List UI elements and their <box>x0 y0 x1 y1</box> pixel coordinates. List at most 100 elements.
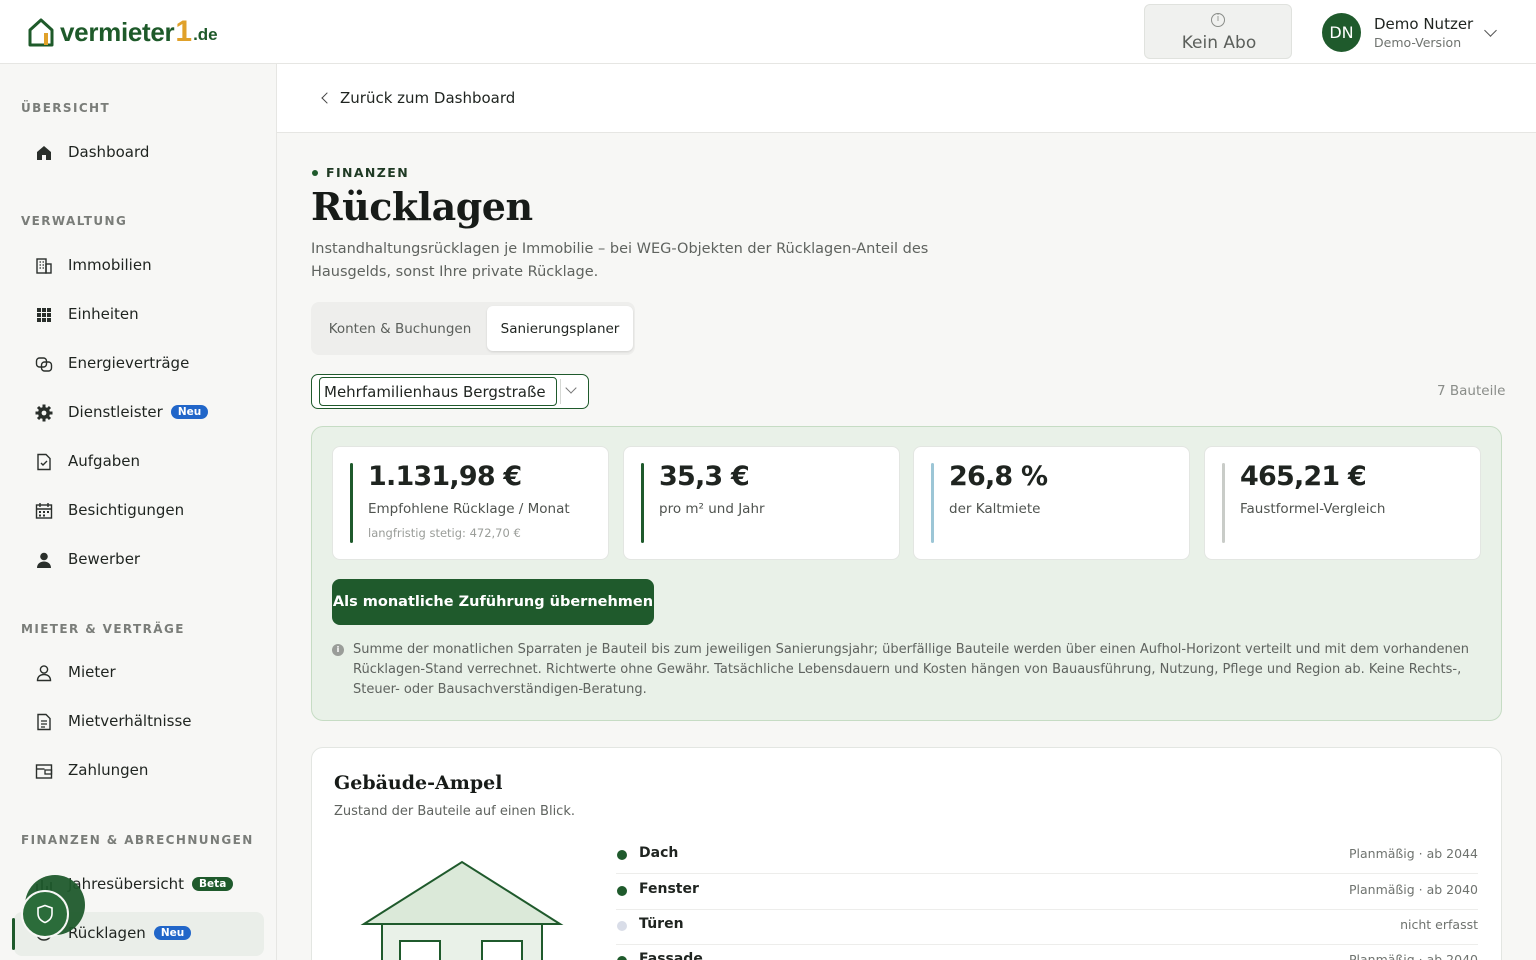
user-name: Demo Nutzer <box>1374 14 1474 33</box>
chevron-left-icon[interactable] <box>321 92 333 104</box>
card-subtitle: Zustand der Bauteile auf einen Blick. <box>334 804 575 819</box>
section-title-overview: ÜBERSICHT <box>21 101 111 115</box>
grid-icon <box>37 308 51 322</box>
component-name: Dach <box>639 845 679 861</box>
user-role: Demo-Version <box>1374 34 1462 50</box>
kpi-card-monthly: 1.131,98 € Empfohlene Rücklage / Monat l… <box>332 446 609 560</box>
card-title: Gebäude-Ampel <box>334 772 503 794</box>
brand-one: 1 <box>175 15 193 48</box>
component-status: Planmäßig · ab 2040 <box>1348 952 1478 960</box>
new-badge: Neu <box>170 405 209 419</box>
privacy-shield-button[interactable] <box>21 890 69 938</box>
back-to-dashboard-link[interactable]: Zurück zum Dashboard <box>340 89 515 107</box>
info-icon: i <box>1211 13 1225 27</box>
status-dot <box>617 886 627 896</box>
wallet-icon <box>35 764 53 779</box>
component-name: Türen <box>639 916 684 932</box>
kpi-label: Empfohlene Rücklage / Monat <box>368 501 570 517</box>
kpi-label: pro m² und Jahr <box>659 501 765 517</box>
brand-tld: .de <box>193 25 218 44</box>
house-logo-icon <box>28 18 54 47</box>
sidebar-item-mietverhaeltnisse[interactable]: Mietverhältnisse <box>14 700 264 744</box>
kpi-value: 1.131,98 € <box>368 461 522 492</box>
calendar-icon <box>35 503 53 519</box>
section-title-finanzen: FINANZEN & ABRECHNUNGEN <box>21 833 254 847</box>
kpi-accent-bar <box>641 463 644 543</box>
kpi-value: 35,3 € <box>659 461 750 492</box>
kpi-card-per-sqm: 35,3 € pro m² und Jahr <box>623 446 900 560</box>
list-item[interactable]: Türen nicht erfasst <box>616 909 1478 945</box>
sidebar-item-dashboard[interactable]: Dashboard <box>14 131 264 175</box>
sidebar-item-aufgaben[interactable]: Aufgaben <box>14 440 264 484</box>
sidebar-item-label: Dienstleister Neu <box>68 403 209 421</box>
sidebar-item-label: Immobilien <box>68 256 152 274</box>
tab-konten-buchungen[interactable]: Konten & Buchungen <box>315 306 485 351</box>
back-bar: Zurück zum Dashboard <box>277 64 1536 133</box>
sidebar-item-label: Mieter <box>68 663 116 681</box>
gear-icon <box>35 404 53 422</box>
sidebar-item-label: Rücklagen Neu <box>68 924 192 942</box>
select-divider <box>560 379 561 404</box>
page-title: Rücklagen <box>311 184 533 229</box>
house-illustration-icon <box>360 860 564 960</box>
sidebar-item-label: Mietverhältnisse <box>68 712 192 730</box>
kpi-accent-bar <box>931 463 934 543</box>
list-item[interactable]: Fenster Planmäßig · ab 2040 <box>616 874 1478 910</box>
kpi-label: Faustformel-Vergleich <box>1240 501 1386 517</box>
section-title-verwaltung: VERWALTUNG <box>21 214 128 228</box>
sidebar-item-besichtigungen[interactable]: Besichtigungen <box>14 489 264 533</box>
subscription-button[interactable]: i Kein Abo <box>1144 4 1292 59</box>
status-dot <box>617 850 627 860</box>
top-bar: vermieter 1 .de i Kein Abo DN Demo Nutze… <box>0 0 1536 64</box>
component-status: Planmäßig · ab 2044 <box>1348 846 1478 861</box>
building-icon <box>36 258 52 274</box>
sidebar-item-dienstleister[interactable]: Dienstleister Neu <box>14 391 264 435</box>
kpi-label: der Kaltmiete <box>949 501 1041 517</box>
sidebar-item-label: Bewerber <box>68 550 141 568</box>
kpi-value: 26,8 % <box>949 461 1048 492</box>
sidebar-item-energievertraege[interactable]: Energieverträge <box>14 342 264 386</box>
document-icon <box>37 713 51 731</box>
property-select-value: Mehrfamilienhaus Bergstraße <box>324 383 546 401</box>
section-title-mieter: MIETER & VERTRÄGE <box>21 622 185 636</box>
new-badge: Neu <box>153 926 192 940</box>
kpi-accent-bar <box>350 463 353 543</box>
sidebar-item-immobilien[interactable]: Immobilien <box>14 244 264 288</box>
sidebar-item-label: Einheiten <box>68 305 139 323</box>
list-item[interactable]: Dach Planmäßig · ab 2044 <box>616 838 1478 874</box>
chevron-down-icon <box>1484 24 1497 37</box>
list-item[interactable]: Fassade Planmäßig · ab 2040 <box>616 944 1478 960</box>
recommendation-panel: 1.131,98 € Empfohlene Rücklage / Monat l… <box>311 426 1502 721</box>
brand-logo[interactable]: vermieter 1 .de <box>28 15 218 48</box>
person-icon <box>37 552 51 568</box>
component-status: Planmäßig · ab 2040 <box>1348 882 1478 897</box>
kpi-card-rent-share: 26,8 % der Kaltmiete <box>913 446 1190 560</box>
sidebar-item-bewerber[interactable]: Bewerber <box>14 538 264 582</box>
info-note: Summe der monatlichen Sparraten je Baute… <box>353 642 1469 697</box>
user-menu[interactable]: DN Demo Nutzer Demo-Version <box>1322 12 1497 52</box>
chevron-down-icon <box>565 382 577 394</box>
sidebar-item-label: Aufgaben <box>68 452 141 470</box>
tab-bar: Konten & Buchungen Sanierungsplaner <box>311 302 635 355</box>
page-eyebrow: FINANZEN <box>326 165 410 180</box>
task-icon <box>37 453 51 471</box>
brand-name: vermieter <box>60 16 175 47</box>
info-icon: i <box>332 644 344 656</box>
property-select[interactable]: Mehrfamilienhaus Bergstraße <box>311 374 589 409</box>
sidebar-item-label: Dashboard <box>68 143 150 161</box>
kpi-note: langfristig stetig: 472,70 € <box>368 526 521 540</box>
subscription-label: Kein Abo <box>1181 33 1257 53</box>
sidebar-item-einheiten[interactable]: Einheiten <box>14 293 264 337</box>
contract-icon <box>35 357 53 372</box>
sidebar: ÜBERSICHT Dashboard VERWALTUNG Immobilie… <box>0 64 277 960</box>
sidebar-item-mieter[interactable]: Mieter <box>14 651 264 695</box>
kpi-value: 465,21 € <box>1240 461 1367 492</box>
kpi-accent-bar <box>1222 463 1225 543</box>
sidebar-item-zahlungen[interactable]: Zahlungen <box>14 749 264 793</box>
building-traffic-light-card: Gebäude-Ampel Zustand der Bauteile auf e… <box>311 747 1502 960</box>
sidebar-item-label: Zahlungen <box>68 761 149 779</box>
tab-sanierungsplaner[interactable]: Sanierungsplaner <box>487 306 633 351</box>
shield-icon <box>37 904 53 924</box>
sidebar-item-label: Jahresübersicht Beta <box>68 875 234 893</box>
apply-monthly-contribution-button[interactable]: Als monatliche Zuführung übernehmen <box>332 579 654 625</box>
